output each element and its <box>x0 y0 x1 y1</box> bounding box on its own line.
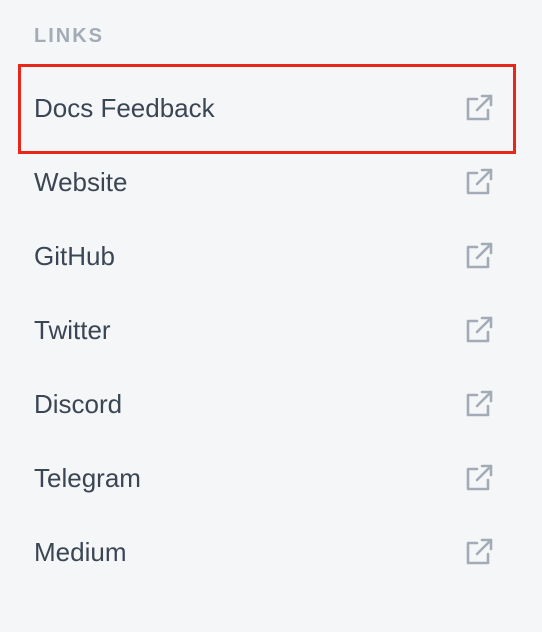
external-link-icon <box>462 91 496 125</box>
link-label: Telegram <box>34 463 141 493</box>
link-label: Twitter <box>34 315 111 345</box>
link-label: Medium <box>34 537 127 567</box>
link-label: Website <box>34 167 128 197</box>
link-item-telegram[interactable]: Telegram <box>0 441 542 515</box>
link-label: Docs Feedback <box>34 93 215 123</box>
link-item-docs-feedback[interactable]: Docs Feedback <box>0 71 542 145</box>
link-item-discord[interactable]: Discord <box>0 367 542 441</box>
link-item-twitter[interactable]: Twitter <box>0 293 542 367</box>
link-item-medium[interactable]: Medium <box>0 515 542 589</box>
link-list: Docs Feedback Website GitHub Twitter Dis… <box>0 71 542 589</box>
link-label: Discord <box>34 389 123 419</box>
link-item-website[interactable]: Website <box>0 145 542 219</box>
links-panel: LINKS Docs Feedback Website GitHub Twitt… <box>0 0 542 632</box>
link-label: GitHub <box>34 241 115 271</box>
links-section-heading: LINKS <box>34 25 104 47</box>
external-link-icon <box>462 387 496 421</box>
external-link-icon <box>462 313 496 347</box>
external-link-icon <box>462 239 496 273</box>
link-item-github[interactable]: GitHub <box>0 219 542 293</box>
external-link-icon <box>462 461 496 495</box>
external-link-icon <box>462 535 496 569</box>
external-link-icon <box>462 165 496 199</box>
